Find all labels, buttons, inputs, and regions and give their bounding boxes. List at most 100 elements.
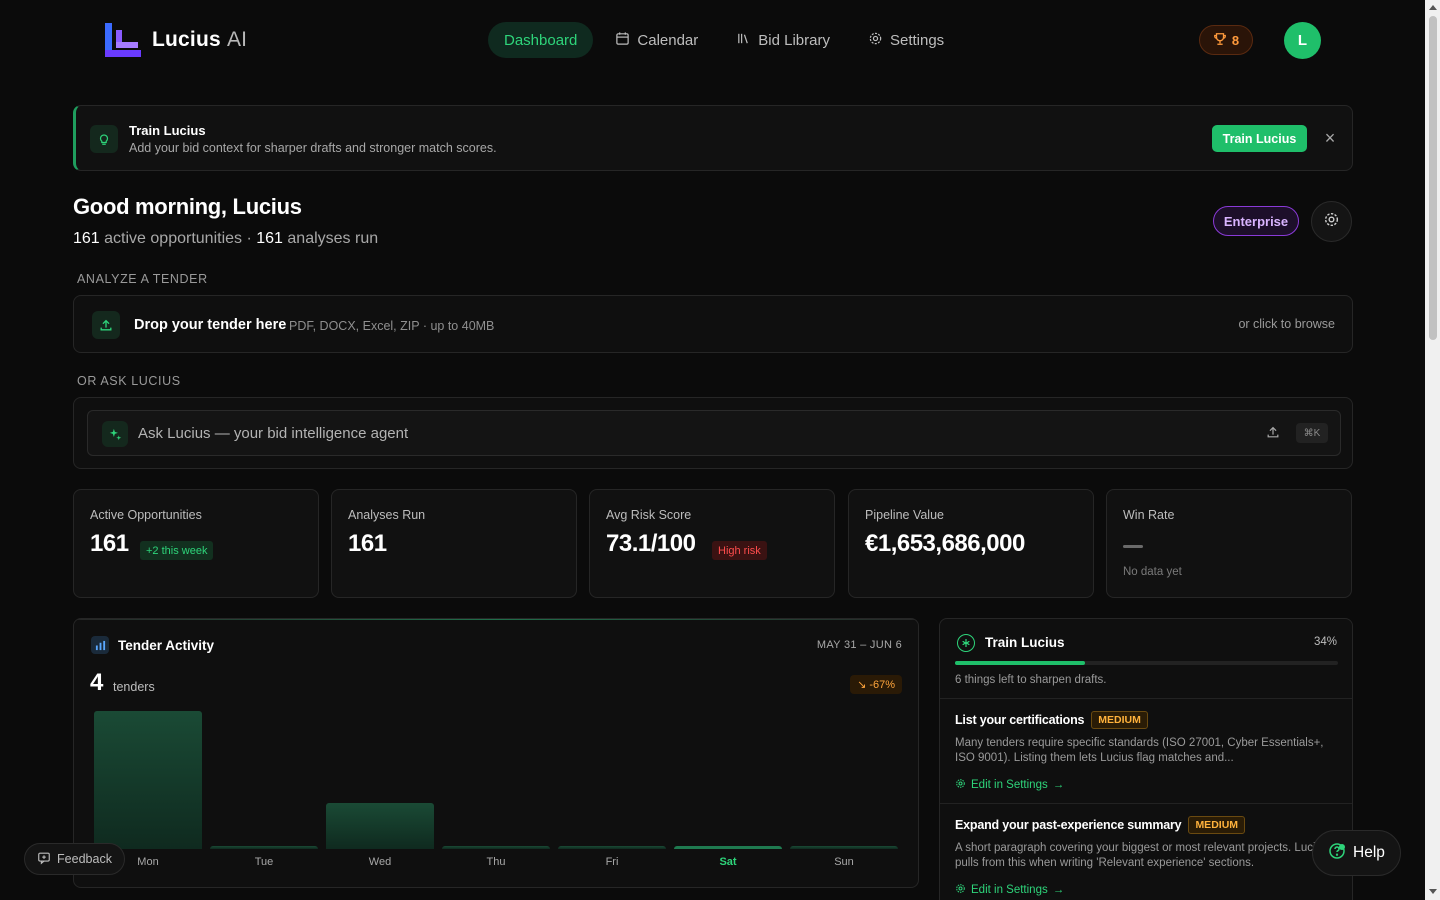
trophy-icon xyxy=(1213,32,1227,49)
stat-avg-risk-score[interactable]: Avg Risk Score 73.1/100 High risk xyxy=(589,489,835,598)
bar-sun[interactable] xyxy=(790,846,898,849)
nav-dashboard[interactable]: Dashboard xyxy=(488,22,594,58)
activity-delta: -67% xyxy=(869,678,895,691)
train-progress-bar xyxy=(955,661,1338,665)
task-description: A short paragraph covering your biggest … xyxy=(955,842,1328,869)
shortcut-hint: ⌘K xyxy=(1296,423,1328,443)
top-header: Lucius AI Dashboard Calendar Bid Library xyxy=(0,0,1425,80)
x-tick-label: Sat xyxy=(719,856,737,868)
bar-tue[interactable] xyxy=(210,846,318,849)
bar-thu[interactable] xyxy=(442,846,550,849)
edit-in-settings-link[interactable]: Edit in Settings → xyxy=(955,778,1340,792)
stat-label: Win Rate xyxy=(1123,508,1175,522)
calendar-icon xyxy=(615,31,630,50)
feedback-button[interactable]: Feedback xyxy=(24,843,125,875)
train-lucius-button[interactable]: Train Lucius xyxy=(1212,125,1307,152)
trophy-count: 8 xyxy=(1231,32,1240,48)
lightbulb-icon xyxy=(90,125,118,153)
bar-mon[interactable] xyxy=(94,711,202,849)
x-tick-label: Tue xyxy=(254,856,274,868)
train-progress-fill xyxy=(955,661,1086,665)
greeting-summary: 161 active opportunities · 161 analyses … xyxy=(73,230,379,247)
stat-pipeline-value[interactable]: Pipeline Value €1,653,686,000 xyxy=(848,489,1094,598)
task-item[interactable]: List your certifications MEDIUM Many ten… xyxy=(955,711,1340,792)
feedback-icon xyxy=(37,851,51,868)
ask-placeholder: Ask Lucius — your bid intelligence agent xyxy=(138,425,409,442)
train-remaining: 6 things left to sharpen drafts. xyxy=(955,674,1107,686)
bar-wed[interactable] xyxy=(326,803,434,849)
priority-tag: MEDIUM xyxy=(1091,711,1148,729)
logo-mark-icon xyxy=(104,22,142,58)
library-icon xyxy=(736,31,751,50)
activity-title: Tender Activity xyxy=(118,638,215,653)
brand-logo[interactable]: Lucius AI xyxy=(104,22,247,58)
bar-fri[interactable] xyxy=(558,846,666,849)
online-indicator xyxy=(1339,844,1345,850)
scroll-down-arrow[interactable] xyxy=(1429,889,1437,894)
card-accent-line xyxy=(74,619,918,620)
page-scrollbar[interactable] xyxy=(1425,0,1440,900)
task-description: Many tenders require specific standards … xyxy=(955,737,1324,764)
analyze-section-label: ANALYZE A TENDER xyxy=(77,272,208,286)
avatar[interactable]: L xyxy=(1284,22,1321,59)
train-banner: Train Lucius Add your bid context for sh… xyxy=(73,105,1353,171)
task-item[interactable]: Expand your past-experience summary MEDI… xyxy=(955,816,1340,897)
stat-active-opportunities[interactable]: Active Opportunities 161 +2 this week xyxy=(73,489,319,598)
x-tick-label: Fri xyxy=(605,856,619,868)
x-tick-label: Sun xyxy=(834,856,854,868)
stat-win-rate[interactable]: Win Rate No data yet xyxy=(1106,489,1352,598)
task-title: List your certifications xyxy=(955,713,1085,727)
gear-icon xyxy=(868,31,883,50)
nav-calendar[interactable]: Calendar xyxy=(599,22,714,58)
dashboard-settings-button[interactable] xyxy=(1311,201,1352,242)
link-label: Edit in Settings xyxy=(971,884,1048,896)
gear-icon xyxy=(955,883,966,897)
activity-count: 4 xyxy=(90,669,104,696)
help-label: Help xyxy=(1353,844,1385,861)
page-title: Good morning, Lucius xyxy=(73,194,302,219)
stat-value: 161 xyxy=(90,530,129,557)
activity-delta-chip: ↘ -67% xyxy=(850,675,902,694)
plan-badge[interactable]: Enterprise xyxy=(1213,206,1299,236)
risk-chip: High risk xyxy=(712,541,767,560)
upload-icon xyxy=(92,311,120,339)
stat-analyses-run[interactable]: Analyses Run 161 xyxy=(331,489,577,598)
feedback-label: Feedback xyxy=(57,852,112,866)
trophy-badge[interactable]: 8 xyxy=(1199,25,1253,55)
bar-chart-icon xyxy=(91,636,109,654)
nav-bid-library[interactable]: Bid Library xyxy=(720,22,846,58)
banner-title: Train Lucius xyxy=(129,123,206,138)
banner-subtitle: Add your bid context for sharper drafts … xyxy=(129,141,497,155)
bar-sat[interactable] xyxy=(674,846,782,849)
stat-value: 73.1/100 xyxy=(606,530,696,557)
tender-activity-card: Tender Activity MAY 31 – JUN 6 4 tenders… xyxy=(73,618,919,888)
main-nav: Dashboard Calendar Bid Library Settings xyxy=(488,22,960,58)
stat-label: Analyses Run xyxy=(348,508,426,522)
scrollbar-thumb[interactable] xyxy=(1429,16,1437,340)
scroll-up-arrow[interactable] xyxy=(1429,5,1437,10)
gear-icon xyxy=(1323,211,1340,233)
browse-link[interactable]: or click to browse xyxy=(1238,317,1335,331)
ask-section-label: OR ASK LUCIUS xyxy=(77,374,181,388)
brain-icon xyxy=(957,634,975,652)
link-label: Edit in Settings xyxy=(971,779,1048,791)
edit-in-settings-link[interactable]: Edit in Settings → xyxy=(955,883,1340,897)
nav-settings-label: Settings xyxy=(889,31,945,49)
activity-bars xyxy=(94,711,902,849)
tender-dropzone[interactable]: Drop your tender here PDF, DOCX, Excel, … xyxy=(73,295,1353,353)
priority-tag: MEDIUM xyxy=(1188,816,1246,834)
dropzone-formats: PDF, DOCX, Excel, ZIP · up to 40MB xyxy=(289,319,495,333)
ask-input[interactable]: Ask Lucius — your bid intelligence agent… xyxy=(87,410,1341,456)
nav-settings[interactable]: Settings xyxy=(852,22,960,58)
close-icon[interactable]: × xyxy=(1320,128,1340,148)
stat-label: Avg Risk Score xyxy=(606,508,692,522)
stat-label: Active Opportunities xyxy=(90,508,202,522)
stat-trend-chip: +2 this week xyxy=(140,541,214,560)
stat-value: €1,653,686,000 xyxy=(865,530,1025,557)
attach-upload-icon[interactable] xyxy=(1266,425,1280,444)
dashboard-page: Lucius AI Dashboard Calendar Bid Library xyxy=(0,0,1440,900)
activity-date-range[interactable]: MAY 31 – JUN 6 xyxy=(817,639,902,651)
help-button[interactable]: Help xyxy=(1312,830,1401,876)
arrow-right-icon: → xyxy=(1052,884,1065,896)
divider xyxy=(940,698,1352,699)
